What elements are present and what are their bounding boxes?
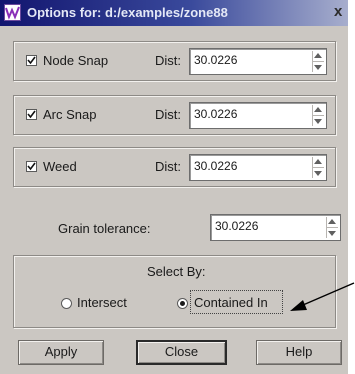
arrow-pointer xyxy=(290,282,355,311)
